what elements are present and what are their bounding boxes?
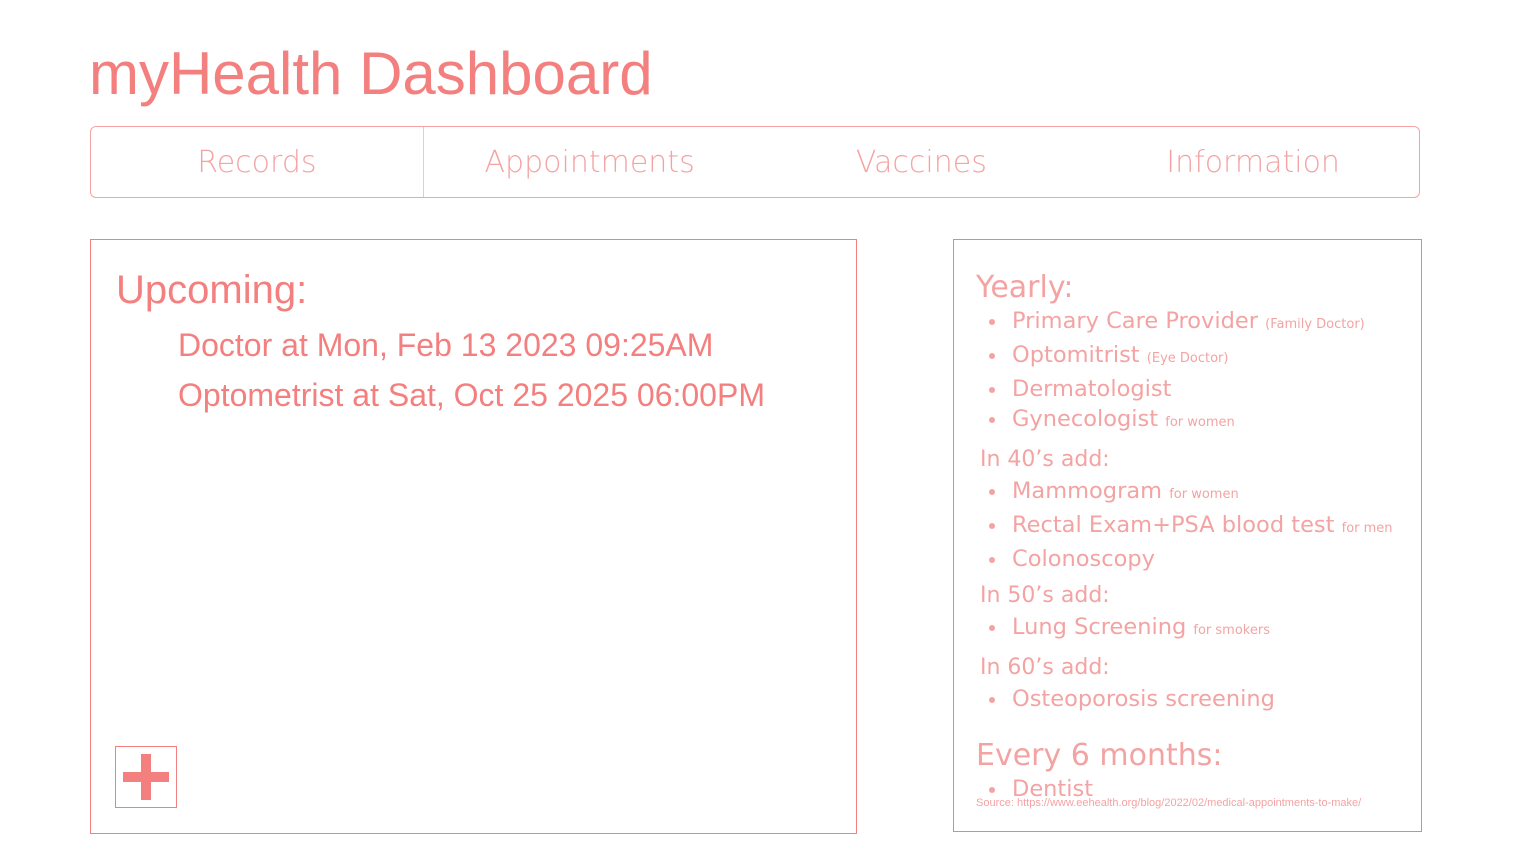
main-nav: Records Appointments Vaccines Informatio… — [90, 126, 1420, 198]
fifties-list: Lung Screening for smokers — [976, 612, 1421, 646]
item-note: for women — [1169, 487, 1239, 502]
sixties-list: Osteoporosis screening — [976, 684, 1421, 714]
item-label: Primary Care Provider — [1012, 308, 1258, 334]
item-label: Lung Screening — [1012, 614, 1187, 640]
fifties-heading: In 50’s add: — [980, 583, 1110, 608]
item-label: Rectal Exam+PSA blood test — [1012, 512, 1335, 538]
item-note: (Family Doctor) — [1265, 317, 1365, 332]
list-item: Rectal Exam+PSA blood test for men — [989, 510, 1421, 544]
list-item: Osteoporosis screening — [989, 684, 1421, 714]
tab-records[interactable]: Records — [91, 127, 424, 197]
yearly-heading: Yearly: — [976, 270, 1074, 305]
appointment-item[interactable]: Doctor at Mon, Feb 13 2023 09:25AM — [178, 320, 765, 370]
item-label: Optomitrist — [1012, 342, 1140, 368]
upcoming-heading: Upcoming: — [116, 268, 308, 312]
forties-list: Mammogram for women Rectal Exam+PSA bloo… — [976, 476, 1421, 574]
tab-vaccines[interactable]: Vaccines — [756, 127, 1088, 197]
item-label: Mammogram — [1012, 478, 1163, 504]
yearly-list: Primary Care Provider (Family Doctor) Op… — [976, 306, 1421, 438]
source-citation: Source: https://www.eehealth.org/blog/20… — [976, 797, 1362, 809]
screening-info-panel: Yearly: Primary Care Provider (Family Do… — [953, 239, 1422, 832]
page-title: myHealth Dashboard — [89, 40, 653, 107]
forties-heading: In 40’s add: — [980, 447, 1110, 472]
add-appointment-button[interactable] — [115, 746, 177, 808]
tab-appointments[interactable]: Appointments — [424, 127, 756, 197]
item-note: for smokers — [1193, 623, 1270, 638]
list-item: Primary Care Provider (Family Doctor) — [989, 306, 1421, 340]
list-item: Optomitrist (Eye Doctor) — [989, 340, 1421, 374]
list-item: Gynecologist for women — [989, 404, 1421, 438]
list-item: Colonoscopy — [989, 544, 1421, 574]
six-months-heading: Every 6 months: — [976, 738, 1223, 773]
list-item: Dermatologist — [989, 374, 1421, 404]
list-item: Mammogram for women — [989, 476, 1421, 510]
item-note: for men — [1341, 521, 1393, 536]
item-label: Osteoporosis screening — [1012, 686, 1275, 712]
tab-information[interactable]: Information — [1087, 127, 1419, 197]
plus-icon — [123, 754, 169, 800]
appointment-list: Doctor at Mon, Feb 13 2023 09:25AM Optom… — [178, 320, 765, 420]
list-item: Lung Screening for smokers — [989, 612, 1421, 646]
item-note: for women — [1165, 415, 1235, 430]
upcoming-panel: Upcoming: Doctor at Mon, Feb 13 2023 09:… — [90, 239, 857, 834]
item-label: Colonoscopy — [1012, 546, 1155, 572]
sixties-heading: In 60’s add: — [980, 655, 1110, 680]
item-label: Dermatologist — [1012, 376, 1172, 402]
item-label: Gynecologist — [1012, 406, 1159, 432]
item-note: (Eye Doctor) — [1146, 351, 1229, 366]
appointment-item[interactable]: Optometrist at Sat, Oct 25 2025 06:00PM — [178, 370, 765, 420]
